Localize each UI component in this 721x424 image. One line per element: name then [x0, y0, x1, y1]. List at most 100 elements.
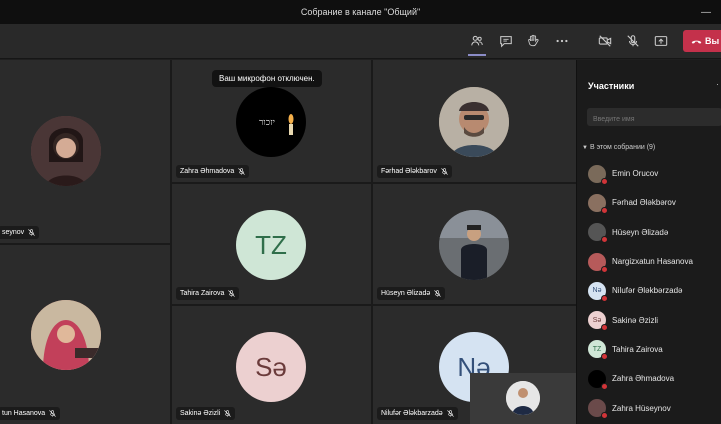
- name-tag-label: Tahira Zairova: [180, 290, 225, 297]
- participant-name: Zahra Hüseynov: [612, 403, 671, 413]
- minimize-icon[interactable]: —: [691, 7, 721, 18]
- name-tag: Sakinə Əzizli: [176, 407, 236, 420]
- panel-title: Участники: [588, 81, 635, 91]
- title-bar: Собрание в канале "Общий" —: [0, 0, 721, 24]
- mic-off-icon: [228, 290, 236, 297]
- share-button[interactable]: [650, 30, 672, 52]
- avatar: [588, 369, 608, 390]
- section-label: В этом собрании (9): [590, 144, 656, 151]
- name-tag-label: seynov: [2, 229, 25, 236]
- person-photo: [439, 87, 509, 157]
- avatar: [439, 210, 509, 280]
- avatar: [439, 87, 509, 157]
- name-tag: Tahira Zairova: [176, 287, 240, 300]
- participant-name: Nilufər Ələkbərzadə: [612, 286, 683, 296]
- participant-tile[interactable]: tun Hasanova: [0, 245, 170, 424]
- participant-tile[interactable]: Sə Sakinə Əzizli: [172, 306, 371, 424]
- chat-button[interactable]: [495, 30, 517, 52]
- mic-toggle-button[interactable]: [622, 30, 644, 52]
- status-dot: [601, 265, 608, 273]
- avatar: TZ: [236, 210, 306, 280]
- participants-button[interactable]: [466, 30, 488, 56]
- participant-tile[interactable]: TZ Tahira Zairova: [172, 184, 371, 304]
- person-photo: [506, 381, 540, 415]
- name-tag-label: tun Hasanova: [2, 410, 46, 417]
- name-tag-label: Fərhad Ələkbarov: [381, 168, 437, 175]
- leave-label: Вы: [705, 36, 720, 46]
- video-grid: seynov יזכור Zahra Əhmadova Fərhad Ələkb…: [0, 60, 576, 424]
- mic-off-icon: [238, 168, 246, 175]
- participant-tile[interactable]: Fərhad Ələkbarov: [373, 60, 576, 182]
- participant-name: Zahra Əhmadova: [612, 374, 675, 384]
- participant-name: Fərhad Ələkbərov: [612, 198, 676, 208]
- participant-item[interactable]: Sə Sakinə Əzizli: [577, 305, 721, 334]
- avatar: Sə: [236, 332, 306, 402]
- share-icon: [654, 36, 668, 46]
- participant-item[interactable]: TZ Tahira Zairova: [577, 335, 721, 364]
- name-tag-label: Hüseyn Əlizadə: [381, 290, 431, 297]
- avatar: [588, 193, 608, 214]
- section-header[interactable]: ▼ В этом собрании (9): [582, 144, 655, 151]
- participants-icon: [471, 35, 483, 46]
- leave-button[interactable]: Вы: [683, 30, 721, 52]
- participant-tile[interactable]: Hüseyn Əlizadə: [373, 184, 576, 304]
- window-controls: —: [691, 0, 721, 24]
- avatar-initials: Sə: [255, 351, 287, 382]
- name-tag-label: Sakinə Əzizli: [180, 410, 221, 417]
- mic-off-icon: [627, 35, 639, 47]
- status-dot: [601, 206, 608, 214]
- person-photo: [439, 210, 509, 280]
- name-tag-label: Zahra Əhmadova: [180, 168, 235, 175]
- status-dot: [601, 236, 608, 244]
- participant-item[interactable]: Fərhad Ələkbərov: [577, 188, 721, 217]
- participant-item[interactable]: Hüseyn Əlizadə: [577, 218, 721, 247]
- raise-hand-button[interactable]: [522, 30, 544, 52]
- avatar: [31, 300, 101, 370]
- meeting-toolbar: Вы: [0, 24, 721, 59]
- more-options-button[interactable]: [551, 30, 573, 52]
- hang-up-icon: [691, 40, 702, 44]
- participant-item[interactable]: Emin Orucov: [577, 159, 721, 188]
- status-dot: [601, 177, 608, 185]
- participant-tile[interactable]: seynov: [0, 60, 170, 243]
- chevron-down-icon: ▼: [582, 144, 588, 151]
- avatar: Sə: [588, 311, 608, 332]
- avatar: [588, 164, 608, 185]
- status-dot: [601, 353, 608, 361]
- mic-off-icon: [434, 290, 442, 297]
- participant-item[interactable]: Nargizxatun Hasanova: [577, 247, 721, 276]
- mic-off-icon: [28, 229, 35, 236]
- participant-name: Hüseyn Əlizadə: [612, 227, 669, 237]
- name-tag: Hüseyn Əlizadə: [377, 287, 446, 300]
- avatar-text: יזכור: [259, 117, 275, 128]
- self-avatar: [506, 381, 540, 415]
- name-tag: Nilufər Ələkbarzadə: [377, 407, 458, 420]
- camera-toggle-button[interactable]: [594, 30, 616, 52]
- participant-name: Tahira Zairova: [612, 344, 663, 354]
- mic-off-icon: [49, 410, 57, 417]
- avatar: [588, 252, 608, 273]
- participant-item[interactable]: Zahra Hüseynov: [577, 393, 721, 422]
- participant-list: Emin Orucov Fərhad Ələkbərov Hüseyn Əliz…: [577, 159, 721, 423]
- participant-search-input[interactable]: [587, 108, 721, 126]
- name-tag: Fərhad Ələkbarov: [377, 165, 452, 178]
- avatar: TZ: [588, 340, 608, 361]
- participant-item[interactable]: Zahra Əhmadova: [577, 364, 721, 393]
- avatar: יזכור: [236, 87, 306, 157]
- raise-hand-icon: [528, 34, 539, 47]
- status-dot: [601, 382, 608, 390]
- name-tag: tun Hasanova: [0, 407, 61, 420]
- mic-off-icon: [441, 168, 448, 175]
- avatar-initials: Nə: [592, 287, 602, 295]
- window-title: Собрание в канале "Общий": [300, 7, 421, 17]
- participants-panel: Участники · ▼ В этом собрании (9) Emin O…: [576, 60, 721, 424]
- avatar: [31, 116, 101, 186]
- participant-item[interactable]: Nə Nilufər Ələkbərzadə: [577, 276, 721, 305]
- participant-name: Nargizxatun Hasanova: [612, 257, 693, 267]
- name-tag-label: Nilufər Ələkbarzadə: [381, 410, 443, 417]
- avatar-initials: TZ: [592, 345, 602, 353]
- more-icon[interactable]: ·: [716, 79, 719, 89]
- avatar: [588, 399, 608, 420]
- self-view[interactable]: [470, 373, 576, 424]
- name-tag: seynov: [0, 226, 40, 239]
